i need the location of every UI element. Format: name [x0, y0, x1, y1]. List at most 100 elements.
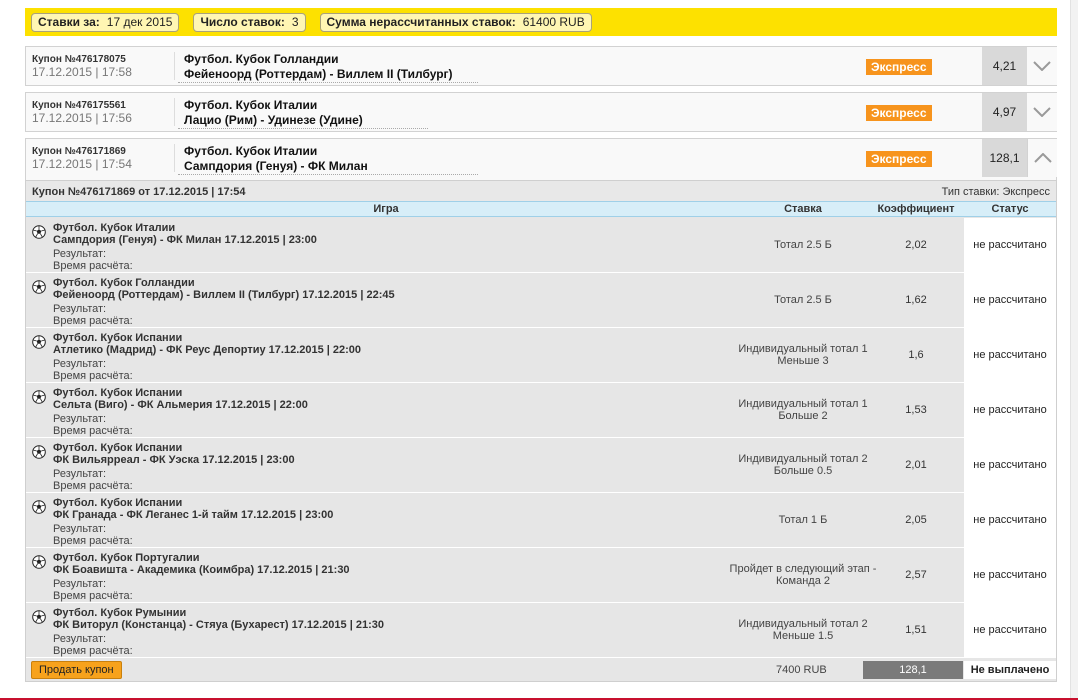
bets-date-label: Ставки за:: [38, 15, 100, 29]
table-row: Футбол. Кубок Италии Сампдория (Генуя) - …: [26, 218, 1056, 273]
coupon-number: Купон №476171869: [32, 146, 126, 157]
table-row: Футбол. Кубок Испании ФК Гранада - ФК Лег…: [26, 493, 1056, 548]
table-row: Футбол. Кубок Испании ФК Вильярреал - ФК …: [26, 438, 1056, 493]
table-row: Футбол. Кубок Румынии ФК Виторул (Констан…: [26, 603, 1056, 658]
event-bet: Индивидуальный тотал 2 Больше 0.5: [738, 453, 868, 477]
football-icon: [32, 500, 46, 514]
event-result-label: Результат:: [53, 578, 107, 590]
event-coef: 2,02: [905, 239, 927, 251]
football-icon: [32, 225, 46, 239]
divider: [174, 144, 175, 172]
coupon-details-panel: Купон №476171869 от 17.12.2015 | 17:54 Т…: [25, 180, 1057, 682]
bet-type-badge: Экспресс: [866, 105, 932, 121]
coupon-datetime: 17.12.2015 | 17:56: [32, 111, 132, 125]
event-tournament: Футбол. Кубок Португалии: [53, 552, 200, 564]
event-calc-time-label: Время расчёта:: [53, 480, 133, 492]
event-result-label: Результат:: [53, 523, 107, 535]
event-calc-time-label: Время расчёта:: [53, 260, 133, 272]
coupon-row-expanded[interactable]: Купон №476171869 17.12.2015 | 17:54 Футб…: [25, 138, 1057, 180]
divider: [178, 128, 428, 129]
table-row: Футбол. Кубок Голландии Фейеноорд (Роттер…: [26, 273, 1056, 328]
expand-toggle[interactable]: [1027, 93, 1057, 131]
bet-type-badge: Экспресс: [866, 59, 932, 75]
table-row: Футбол. Кубок Испании Атлетико (Мадрид) -…: [26, 328, 1056, 383]
column-header-bet: Ставка: [784, 203, 822, 215]
event-status: не рассчитано: [964, 548, 1056, 602]
coupon-match: Фейеноорд (Роттердам) - Виллем II (Тилбу…: [184, 67, 453, 81]
total-coef: 128,1: [863, 661, 963, 679]
bets-date-pill[interactable]: Ставки за: 17 дек 2015: [31, 12, 180, 32]
event-calc-time-label: Время расчёта:: [53, 590, 133, 602]
event-match: Атлетико (Мадрид) - ФК Реус Депортиу 17.…: [53, 344, 362, 356]
event-bet: Тотал 2.5 Б: [774, 294, 832, 306]
event-bet: Тотал 1 Б: [778, 514, 828, 526]
sell-coupon-button[interactable]: Продать купон: [31, 661, 122, 679]
summary-bar: Ставки за: 17 дек 2015 Число ставок: 3 С…: [25, 8, 1057, 36]
event-tournament: Футбол. Кубок Голландии: [53, 277, 195, 289]
coupon-datetime: 17.12.2015 | 17:58: [32, 65, 132, 79]
coupon-tournament: Футбол. Кубок Италии: [184, 144, 318, 158]
event-result-label: Результат:: [53, 303, 107, 315]
event-match: Фейеноорд (Роттердам) - Виллем II (Тилбу…: [53, 289, 395, 301]
column-header-coef: Коэффициент: [877, 203, 955, 215]
event-tournament: Футбол. Кубок Испании: [53, 387, 183, 399]
payout-status: Не выплачено: [964, 661, 1056, 679]
event-bet: Индивидуальный тотал 1 Больше 2: [738, 398, 868, 422]
event-match: Сельта (Виго) - ФК Альмерия 17.12.2015 |…: [53, 399, 308, 411]
event-result-label: Результат:: [53, 248, 107, 260]
event-status: не рассчитано: [964, 273, 1056, 327]
table-row: Футбол. Кубок Португалии ФК Боавишта - Ак…: [26, 548, 1056, 603]
divider: [174, 52, 175, 80]
event-calc-time-label: Время расчёта:: [53, 315, 133, 327]
coupon-tournament: Футбол. Кубок Италии: [184, 98, 318, 112]
event-coef: 1,53: [905, 404, 927, 416]
table-header: Игра Ставка Коэффициент Статус: [26, 201, 1056, 217]
event-status: не рассчитано: [964, 218, 1056, 272]
coupon-odds: 4,21: [982, 47, 1027, 85]
event-tournament: Футбол. Кубок Испании: [53, 332, 183, 344]
coupon-row[interactable]: Купон №476178075 17.12.2015 | 17:58 Футб…: [25, 46, 1057, 86]
expand-toggle[interactable]: [1027, 47, 1057, 85]
event-tournament: Футбол. Кубок Румынии: [53, 607, 187, 619]
collapse-toggle[interactable]: [1027, 139, 1057, 177]
event-bet: Пройдет в следующий этап - Команда 2: [729, 563, 877, 587]
page-scrollbar[interactable]: [1070, 0, 1078, 700]
event-calc-time-label: Время расчёта:: [53, 645, 133, 657]
divider: [178, 82, 478, 83]
event-result-label: Результат:: [53, 633, 107, 645]
event-coef: 1,6: [908, 349, 924, 361]
event-coef: 2,57: [905, 569, 927, 581]
event-calc-time-label: Время расчёта:: [53, 425, 133, 437]
bets-count-label: Число ставок:: [200, 15, 285, 29]
event-result-label: Результат:: [53, 468, 107, 480]
divider: [174, 98, 175, 126]
event-tournament: Футбол. Кубок Испании: [53, 497, 183, 509]
coupon-row[interactable]: Купон №476175561 17.12.2015 | 17:56 Футб…: [25, 92, 1057, 132]
event-coef: 1,62: [905, 294, 927, 306]
event-coef: 2,05: [905, 514, 927, 526]
football-icon: [32, 610, 46, 624]
coupon-number: Купон №476178075: [32, 54, 126, 65]
event-status: не рассчитано: [964, 603, 1056, 657]
coupon-tournament: Футбол. Кубок Голландии: [184, 52, 339, 66]
event-bet: Индивидуальный тотал 1 Меньше 3: [738, 343, 868, 367]
details-bet-type: Тип ставки: Экспресс: [941, 186, 1050, 198]
details-header: Купон №476171869 от 17.12.2015 | 17:54 Т…: [26, 181, 1056, 201]
coupon-match: Лацио (Рим) - Удинезе (Удине): [184, 113, 363, 127]
coupon-odds: 128,1: [982, 139, 1027, 177]
table-row: Футбол. Кубок Испании Сельта (Виго) - ФК …: [26, 383, 1056, 438]
stake-amount: 7400 RUB: [776, 664, 827, 676]
details-title: Купон №476171869 от 17.12.2015 | 17:54: [32, 186, 246, 198]
coupon-match: Сампдория (Генуя) - ФК Милан: [184, 159, 368, 173]
event-tournament: Футбол. Кубок Италии: [53, 222, 176, 234]
football-icon: [32, 280, 46, 294]
event-bet: Тотал 2.5 Б: [774, 239, 832, 251]
event-match: ФК Вильярреал - ФК Уэска 17.12.2015 | 23…: [53, 454, 295, 466]
bets-count-value: 3: [291, 15, 299, 29]
divider: [178, 174, 478, 175]
unsettled-sum-label: Сумма нерассчитанных ставок:: [326, 15, 516, 29]
details-footer: Продать купон 7400 RUB 128,1 Не выплачен…: [26, 659, 1056, 681]
bets-count-pill: Число ставок: 3: [193, 12, 306, 32]
event-result-label: Результат:: [53, 413, 107, 425]
event-match: ФК Виторул (Констанца) - Стяуа (Бухарест…: [53, 619, 384, 631]
